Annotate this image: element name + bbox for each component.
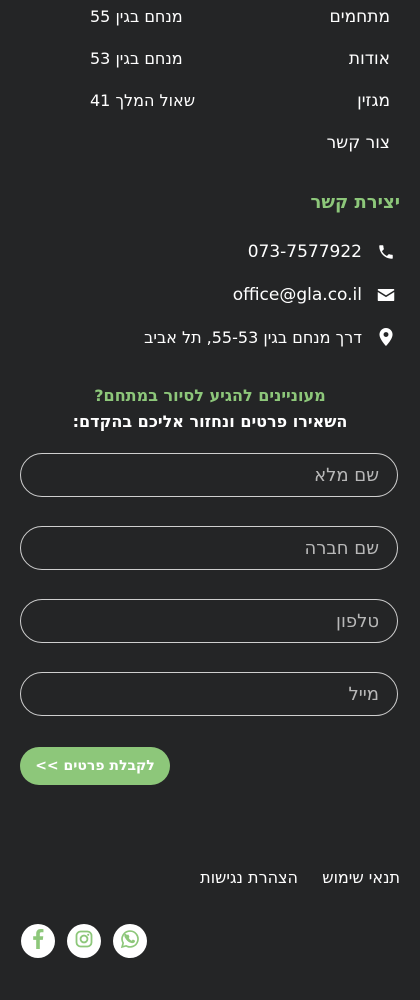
form-subheadline: השאירו פרטים ונחזור אליכם בהקדם: bbox=[72, 412, 348, 431]
contact-title: יצירת קשר bbox=[310, 192, 401, 213]
phone-input[interactable] bbox=[20, 599, 398, 643]
accessibility-link[interactable]: הצהרת נגישות bbox=[200, 868, 298, 887]
address-row[interactable]: דרך מנחם בגין 55-53, תל אביב bbox=[144, 325, 396, 349]
map-pin-icon bbox=[376, 327, 396, 347]
submit-button[interactable]: לקבלת פרטים >> bbox=[20, 747, 170, 785]
street-address[interactable]: דרך מנחם בגין 55-53, תל אביב bbox=[144, 328, 362, 347]
terms-link[interactable]: תנאי שימוש bbox=[322, 868, 400, 887]
full-name-input[interactable] bbox=[20, 453, 398, 497]
envelope-icon bbox=[376, 285, 396, 305]
instagram-button[interactable] bbox=[67, 924, 101, 958]
phone-number[interactable]: 073-7577922 bbox=[248, 242, 362, 262]
email-address[interactable]: office@gla.co.il bbox=[233, 285, 362, 305]
whatsapp-icon bbox=[120, 929, 140, 953]
company-name-input[interactable] bbox=[20, 526, 398, 570]
address-item[interactable]: שאול המלך 41 bbox=[90, 90, 200, 112]
nav-link-magazine[interactable]: מגזין bbox=[357, 90, 390, 112]
phone-row[interactable]: 073-7577922 bbox=[248, 240, 396, 264]
facebook-button[interactable] bbox=[21, 924, 55, 958]
whatsapp-button[interactable] bbox=[113, 924, 147, 958]
nav-link-complexes[interactable]: מתחמים bbox=[330, 6, 390, 28]
page: מתחמים אודות מגזין צור קשר מנחם בגין 55 … bbox=[0, 0, 420, 1000]
instagram-icon bbox=[75, 930, 93, 952]
form-headline: מעוניינים להגיע לסיור במתחם? bbox=[94, 386, 326, 405]
address-item[interactable]: מנחם בגין 53 bbox=[90, 48, 200, 70]
email-row[interactable]: office@gla.co.il bbox=[233, 283, 396, 307]
email-input[interactable] bbox=[20, 672, 398, 716]
facebook-icon bbox=[32, 929, 44, 953]
address-item[interactable]: מנחם בגין 55 bbox=[90, 6, 200, 28]
nav-link-about[interactable]: אודות bbox=[349, 48, 390, 70]
nav-link-contact[interactable]: צור קשר bbox=[327, 132, 390, 154]
phone-icon bbox=[376, 242, 396, 262]
